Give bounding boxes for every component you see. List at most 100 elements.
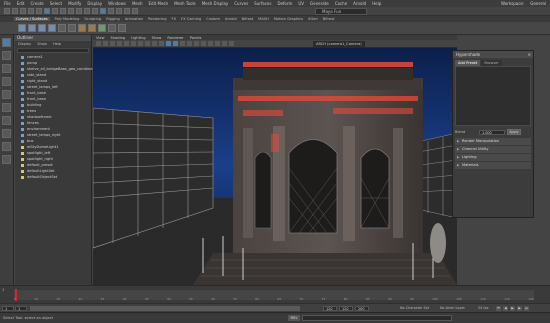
shelf-tab[interactable]: Curves / Surfaces: [14, 17, 50, 21]
isolate-select-icon[interactable]: [222, 41, 227, 46]
range-start-field-2[interactable]: 1: [15, 306, 27, 311]
film-gate-icon[interactable]: [131, 41, 136, 46]
shelf-tab[interactable]: FX Caching: [181, 17, 201, 21]
shelf-tab[interactable]: Rigging: [106, 17, 120, 21]
outliner-search-input[interactable]: [17, 48, 89, 53]
apply-button[interactable]: Apply: [507, 129, 521, 135]
shelf-tab[interactable]: MASH: [258, 17, 269, 21]
outliner-item[interactable]: defaultObjectSet: [15, 174, 91, 180]
menu-item[interactable]: Help: [372, 1, 381, 6]
menu-item[interactable]: Edit Mesh: [149, 1, 169, 6]
use-lights-icon[interactable]: [187, 41, 192, 46]
menu-item[interactable]: Cache: [335, 1, 347, 6]
shelf-tab[interactable]: Animation: [125, 17, 143, 21]
ambient-occlusion-icon[interactable]: [201, 41, 206, 46]
shelf-tab[interactable]: Motion Graphics: [274, 17, 303, 21]
hypershade-title-bar[interactable]: Hypershade ✕: [453, 51, 533, 58]
shelf-light-icon[interactable]: [78, 24, 86, 32]
shelf-cube-icon[interactable]: [18, 24, 26, 32]
menu-item[interactable]: Windows: [108, 1, 126, 6]
step-forward-icon[interactable]: ▶: [517, 306, 522, 311]
fps-dropdown[interactable]: 24 fps: [478, 306, 489, 311]
menu-item[interactable]: Arnold: [353, 1, 366, 6]
rotate-tool-icon[interactable]: [2, 90, 11, 99]
menu-item[interactable]: Mesh Display: [202, 1, 229, 6]
motion-blur-icon[interactable]: [208, 41, 213, 46]
menu-item[interactable]: Surfaces: [254, 1, 271, 6]
menu-item[interactable]: UV: [298, 1, 304, 6]
snap-curve-icon[interactable]: [76, 8, 82, 14]
step-back-icon[interactable]: ◀: [503, 306, 508, 311]
menu-item[interactable]: Curves: [234, 1, 248, 6]
open-scene-icon[interactable]: [12, 8, 18, 14]
grid-icon[interactable]: [124, 41, 129, 46]
menu-item[interactable]: Create: [30, 1, 43, 6]
anim-layer-dropdown[interactable]: No Anim Layer: [440, 306, 465, 311]
menu-item[interactable]: Mesh: [132, 1, 143, 6]
play-icon[interactable]: ▶: [510, 306, 515, 311]
preset-section[interactable]: Materials: [455, 162, 531, 169]
viewport-menu-item[interactable]: Lighting: [131, 36, 146, 40]
smooth-shade-icon[interactable]: [173, 41, 178, 46]
shelf-tab[interactable]: XGen: [308, 17, 318, 21]
scale-tool-icon[interactable]: [2, 103, 11, 112]
select-component-icon[interactable]: [60, 8, 66, 14]
hypershade-window[interactable]: Hypershade ✕ Add Preset Browser Blend 1.0…: [452, 50, 534, 218]
menu-item[interactable]: Deform: [277, 1, 292, 6]
layout-single-icon[interactable]: [2, 129, 11, 138]
viewport-menu-item[interactable]: View: [96, 36, 105, 40]
render-settings-icon[interactable]: [124, 8, 130, 14]
shelf-area-light-icon[interactable]: [88, 24, 96, 32]
shelf-render-icon[interactable]: [118, 24, 126, 32]
snap-grid-icon[interactable]: [68, 8, 74, 14]
range-end-field-2[interactable]: 120: [339, 306, 353, 311]
hypershade-tab[interactable]: Add Preset: [455, 60, 481, 66]
shelf-plane-icon[interactable]: [48, 24, 56, 32]
shelf-extrude-icon[interactable]: [58, 24, 66, 32]
search-input[interactable]: Maya Fun: [315, 8, 367, 15]
range-slider-bar[interactable]: [30, 306, 300, 311]
wireframe-icon[interactable]: [166, 41, 171, 46]
go-to-end-icon[interactable]: ⏭: [524, 306, 529, 311]
viewport-menu-item[interactable]: Renderer: [167, 36, 183, 40]
textured-icon[interactable]: [180, 41, 185, 46]
character-set-dropdown[interactable]: No Character Set: [400, 306, 429, 311]
render-view-icon[interactable]: [100, 8, 106, 14]
time-slider[interactable]: 1 5 10 15 20 25 30 35 40 45 50 55 60 65 70 75 80 85 90 95 1…: [0, 285, 550, 303]
field-chart-icon[interactable]: [152, 41, 157, 46]
command-line-input[interactable]: [302, 315, 452, 321]
menu-item[interactable]: Edit: [17, 1, 25, 6]
range-end-field-3[interactable]: 200: [355, 306, 369, 311]
range-start-field[interactable]: 1: [2, 306, 14, 311]
shelf-tab[interactable]: Poly Modeling: [55, 17, 80, 21]
outliner-menu-item[interactable]: Show: [37, 42, 47, 46]
hypershade-icon[interactable]: [132, 8, 138, 14]
shelf-material-icon[interactable]: [98, 24, 106, 32]
shelf-tab[interactable]: Bifrost: [323, 17, 335, 21]
shelf-tab[interactable]: Sculpting: [84, 17, 101, 21]
snap-surface-icon[interactable]: [92, 8, 98, 14]
snap-point-icon[interactable]: [84, 8, 90, 14]
mel-toggle-button[interactable]: MEL: [288, 315, 300, 321]
lasso-tool-icon[interactable]: [2, 51, 11, 60]
viewport-panel[interactable]: View Shading Lighting Show Renderer Panels AR…: [93, 35, 457, 285]
save-scene-icon[interactable]: [20, 8, 26, 14]
safe-action-icon[interactable]: [159, 41, 164, 46]
select-hierarchy-icon[interactable]: [44, 8, 50, 14]
gate-mask-icon[interactable]: [145, 41, 150, 46]
preset-browser-area[interactable]: [455, 66, 531, 126]
hypershade-tab[interactable]: Browser: [481, 60, 502, 66]
workspace-selector[interactable]: Workspace: General: [501, 0, 546, 7]
menu-item[interactable]: File: [4, 1, 11, 6]
camera-dropdown[interactable]: ARCH (camera1_Camera): [313, 41, 365, 47]
menu-item[interactable]: Modify: [68, 1, 81, 6]
camera-attributes-icon[interactable]: [103, 41, 108, 46]
go-to-start-icon[interactable]: ⏮: [496, 306, 501, 311]
shadows-icon[interactable]: [194, 41, 199, 46]
select-object-icon[interactable]: [52, 8, 58, 14]
paint-select-icon[interactable]: [2, 64, 11, 73]
menu-item[interactable]: Mesh Tools: [174, 1, 196, 6]
blend-field[interactable]: 1.000: [479, 129, 505, 135]
outliner-menu-item[interactable]: Help: [53, 42, 61, 46]
shelf-sphere-icon[interactable]: [28, 24, 36, 32]
